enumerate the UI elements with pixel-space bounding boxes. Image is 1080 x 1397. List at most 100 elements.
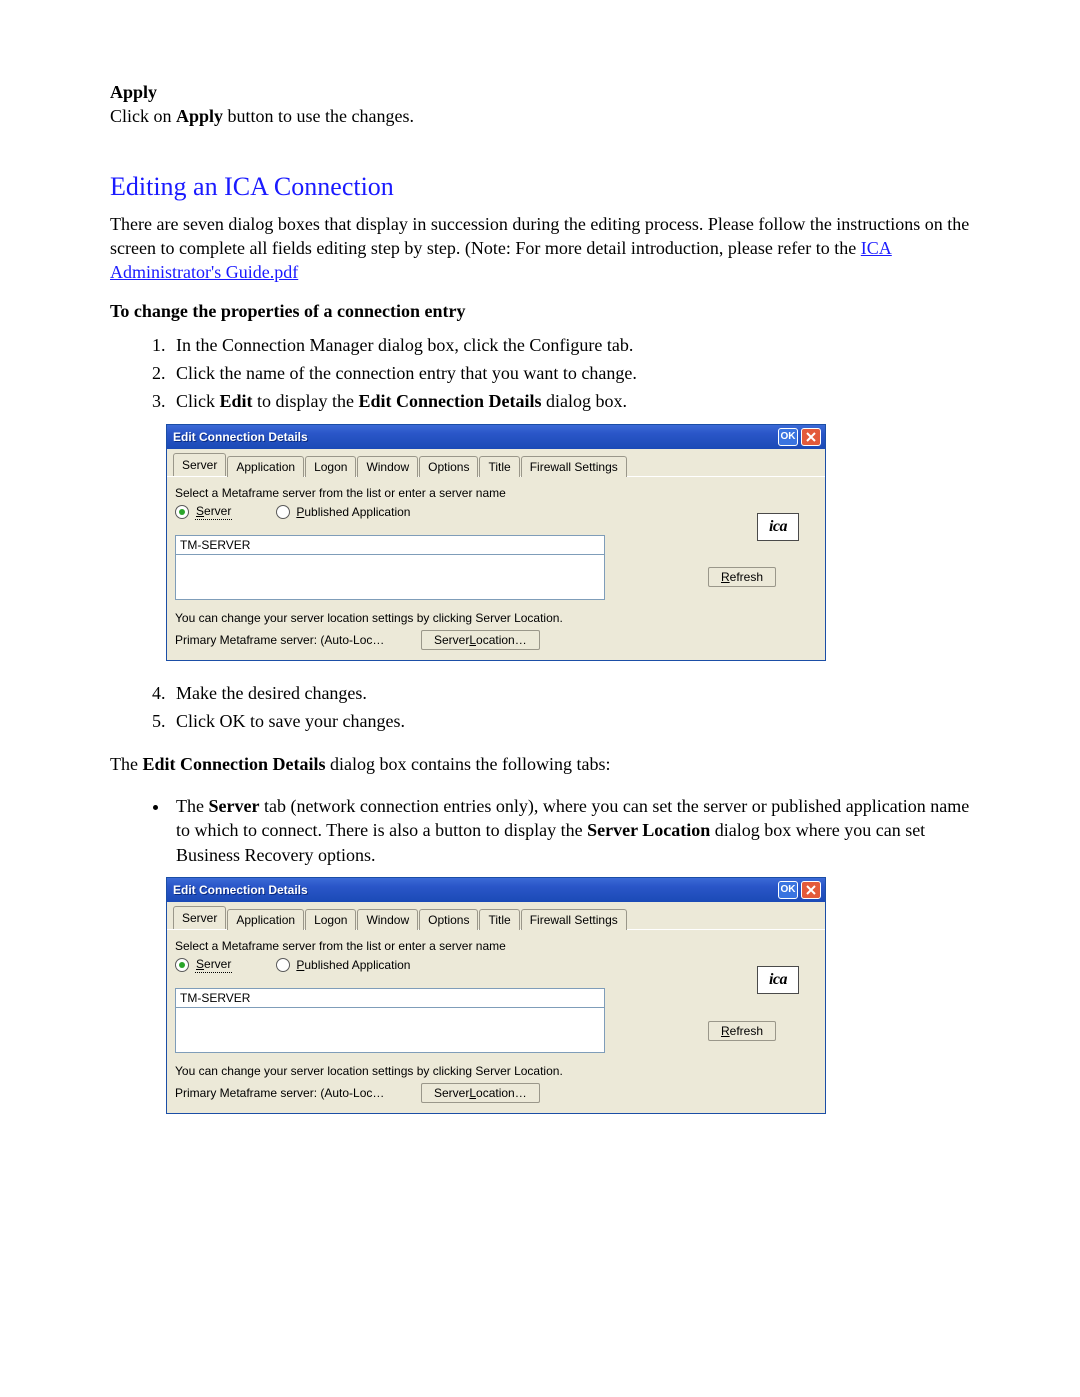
- serverloc-u: L: [469, 1085, 476, 1101]
- serverloc-pre: Server: [434, 632, 469, 648]
- instruction-text: Select a Metaframe server from the list …: [175, 938, 817, 954]
- serverloc-u: L: [469, 632, 476, 648]
- radio-server-label[interactable]: Server: [195, 956, 232, 973]
- titlebar-buttons: OK: [778, 881, 821, 899]
- step-3-pre: Click: [176, 391, 220, 411]
- radio-pub-rest: ublished Application: [304, 505, 410, 519]
- radio-server-u: S: [196, 504, 204, 518]
- edit-connection-dialog-2: Edit Connection Details OK Server Applic…: [166, 877, 826, 1114]
- refresh-u: R: [721, 1023, 730, 1039]
- section-intro: There are seven dialog boxes that displa…: [110, 212, 970, 285]
- titlebar-title: Edit Connection Details: [173, 429, 308, 445]
- step-1: In the Connection Manager dialog box, cl…: [170, 333, 970, 357]
- radio-published[interactable]: [276, 958, 290, 972]
- section-intro-text: There are seven dialog boxes that displa…: [110, 214, 969, 258]
- refresh-rest: efresh: [730, 1023, 763, 1039]
- close-button[interactable]: [801, 428, 821, 446]
- hint-text: You can change your server location sett…: [175, 610, 817, 626]
- tabs-intro-post: dialog box contains the following tabs:: [326, 754, 611, 774]
- tab-logon[interactable]: Logon: [305, 456, 356, 477]
- titlebar-buttons: OK: [778, 428, 821, 446]
- radio-server-rest: erver: [204, 957, 231, 971]
- titlebar: Edit Connection Details OK: [167, 425, 825, 449]
- panel: Select a Metaframe server from the list …: [167, 930, 825, 1113]
- radio-row: Server Published Application: [175, 956, 817, 973]
- apply-text: Click on Apply button to use the changes…: [110, 104, 970, 128]
- serverloc-rest: ocation…: [476, 1085, 527, 1101]
- refresh-button[interactable]: Refresh: [708, 1021, 776, 1041]
- radio-server-label[interactable]: Server: [195, 503, 232, 520]
- step-3: Click Edit to display the Edit Connectio…: [170, 389, 970, 413]
- tab-application[interactable]: Application: [227, 909, 304, 930]
- step-3-b2: Edit Connection Details: [359, 391, 542, 411]
- serverloc-pre: Server: [434, 1085, 469, 1101]
- instruction-text: Select a Metaframe server from the list …: [175, 485, 817, 501]
- edit-connection-dialog-1: Edit Connection Details OK Server Applic…: [166, 424, 826, 661]
- step-5: Click OK to save your changes.: [170, 709, 970, 733]
- ok-button[interactable]: OK: [778, 881, 798, 899]
- tab-options[interactable]: Options: [419, 456, 478, 477]
- refresh-button[interactable]: Refresh: [708, 567, 776, 587]
- server-location-button[interactable]: Server Location…: [421, 1083, 540, 1103]
- server-listbox[interactable]: [175, 554, 605, 600]
- bullet-b1: Server: [208, 796, 259, 816]
- server-listbox[interactable]: [175, 1007, 605, 1053]
- radio-server[interactable]: [175, 958, 189, 972]
- tab-firewall[interactable]: Firewall Settings: [521, 909, 627, 930]
- ok-button[interactable]: OK: [778, 428, 798, 446]
- radio-published-label[interactable]: Published Application: [296, 957, 410, 973]
- titlebar: Edit Connection Details OK: [167, 878, 825, 902]
- tabstrip: Server Application Logon Window Options …: [167, 449, 825, 477]
- radio-server-rest: erver: [204, 504, 231, 518]
- radio-server[interactable]: [175, 505, 189, 519]
- radio-published[interactable]: [276, 505, 290, 519]
- bullet-server-tab: The Server tab (network connection entri…: [170, 794, 970, 867]
- tabstrip: Server Application Logon Window Options …: [167, 902, 825, 930]
- subhead: To change the properties of a connection…: [110, 299, 970, 323]
- apply-text-bold: Apply: [176, 106, 223, 126]
- tabs-intro: The Edit Connection Details dialog box c…: [110, 752, 970, 776]
- ica-logo-icon: ica: [757, 513, 799, 541]
- radio-server-u: S: [196, 957, 204, 971]
- server-combo[interactable]: TM-SERVER: [175, 988, 605, 1008]
- ica-logo-icon: ica: [757, 966, 799, 994]
- tab-logon[interactable]: Logon: [305, 909, 356, 930]
- ok-label: OK: [781, 885, 796, 895]
- tab-window[interactable]: Window: [357, 456, 418, 477]
- apply-text-after: button to use the changes.: [223, 106, 414, 126]
- tab-server[interactable]: Server: [173, 453, 226, 476]
- hint-text: You can change your server location sett…: [175, 1063, 817, 1079]
- titlebar-title: Edit Connection Details: [173, 882, 308, 898]
- tab-firewall[interactable]: Firewall Settings: [521, 456, 627, 477]
- apply-heading: Apply: [110, 80, 970, 104]
- radio-row: Server Published Application: [175, 503, 817, 520]
- tab-options[interactable]: Options: [419, 909, 478, 930]
- close-icon: [806, 885, 816, 895]
- radio-published-label[interactable]: Published Application: [296, 504, 410, 520]
- tabs-intro-pre: The: [110, 754, 142, 774]
- server-combo[interactable]: TM-SERVER: [175, 535, 605, 555]
- tab-server[interactable]: Server: [173, 906, 226, 929]
- close-button[interactable]: [801, 881, 821, 899]
- step-4: Make the desired changes.: [170, 681, 970, 705]
- tab-title[interactable]: Title: [479, 909, 519, 930]
- ok-label: OK: [781, 432, 796, 442]
- tab-title[interactable]: Title: [479, 456, 519, 477]
- refresh-rest: efresh: [730, 569, 763, 585]
- close-icon: [806, 432, 816, 442]
- tabs-intro-b: Edit Connection Details: [142, 754, 325, 774]
- panel: Select a Metaframe server from the list …: [167, 477, 825, 660]
- radio-pub-rest: ublished Application: [304, 958, 410, 972]
- tab-application[interactable]: Application: [227, 456, 304, 477]
- serverloc-rest: ocation…: [476, 632, 527, 648]
- section-title: Editing an ICA Connection: [110, 169, 970, 204]
- step-3-post: dialog box.: [542, 391, 628, 411]
- primary-server-text: Primary Metaframe server: (Auto-Loc…: [175, 632, 415, 648]
- step-3-b1: Edit: [220, 391, 253, 411]
- refresh-u: R: [721, 569, 730, 585]
- server-location-button[interactable]: Server Location…: [421, 630, 540, 650]
- tab-window[interactable]: Window: [357, 909, 418, 930]
- step-3-mid: to display the: [253, 391, 359, 411]
- apply-text-before: Click on: [110, 106, 176, 126]
- bullet-b2: Server Location: [587, 820, 710, 840]
